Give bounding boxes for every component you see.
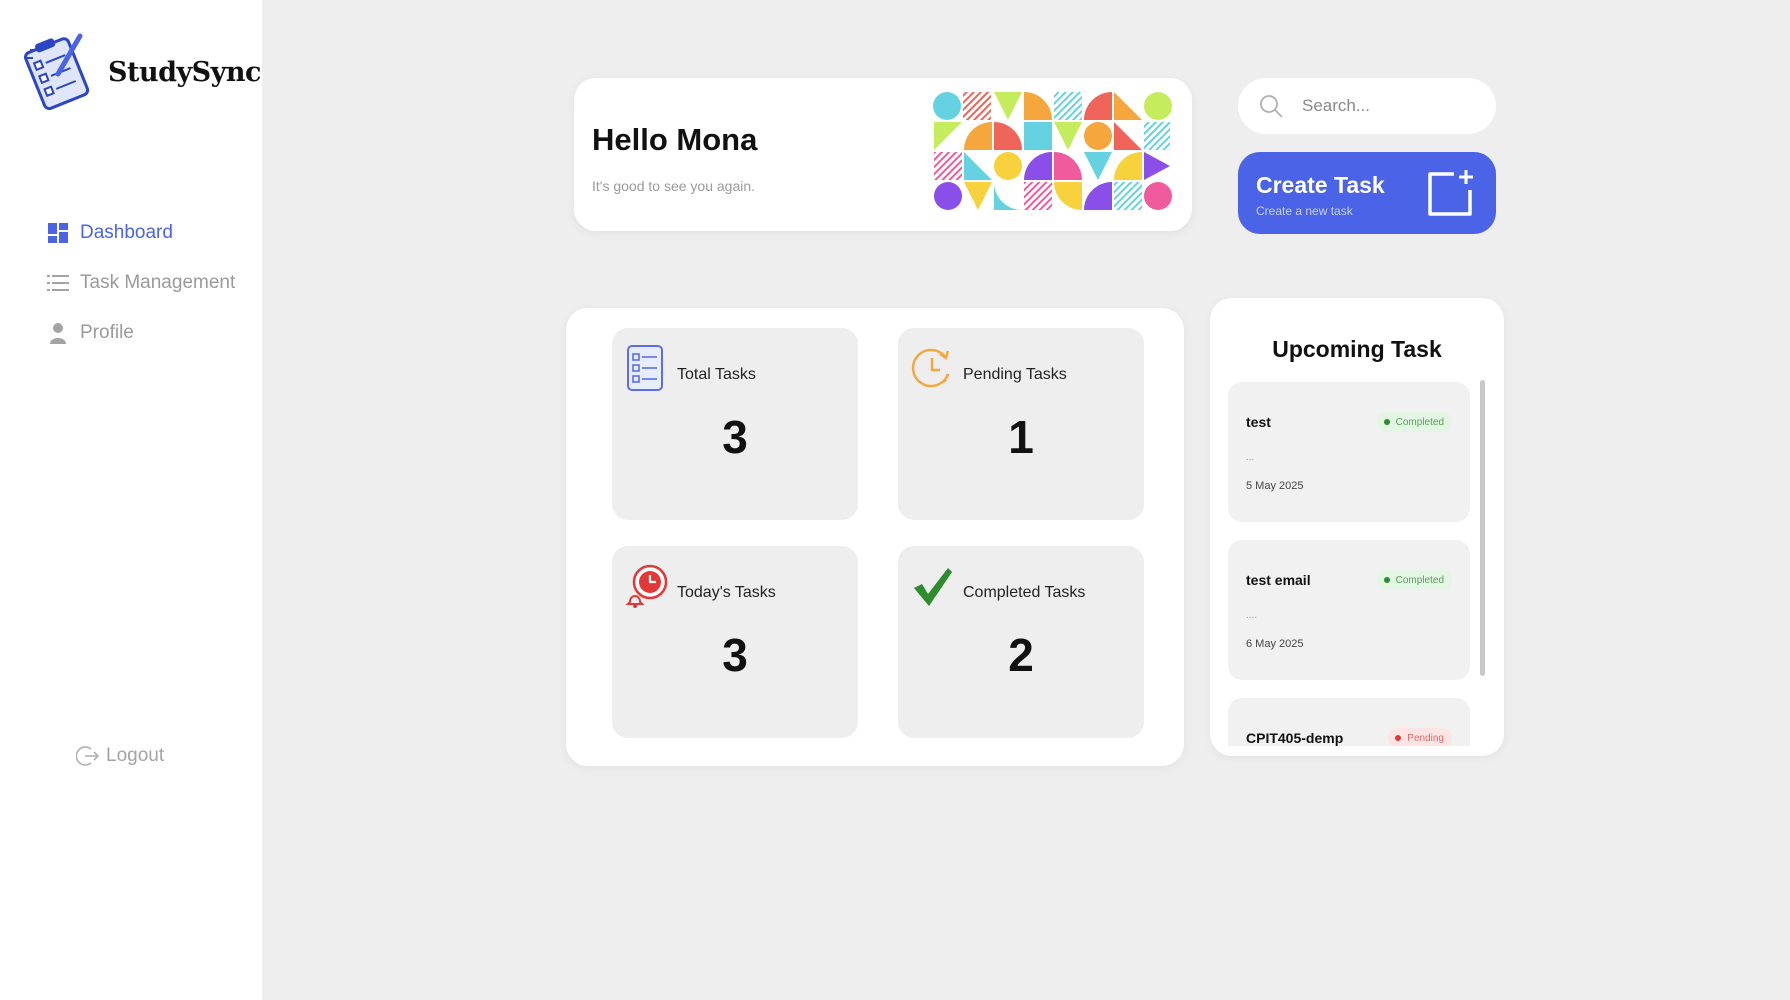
status-badge: Completed [1376, 412, 1452, 432]
dashboard-icon [46, 221, 70, 245]
task-card[interactable]: test email Completed .... 6 May 2025 [1228, 540, 1470, 680]
task-stats-panel: Total Tasks 3 Pending Tasks 1 Today's Ta… [566, 308, 1184, 766]
app-logo[interactable]: StudySync [18, 28, 261, 116]
sidebar-item-task-management[interactable]: Task Management [46, 258, 235, 308]
stat-label: Completed Tasks [963, 584, 1086, 601]
task-card[interactable]: test Completed ... 5 May 2025 [1228, 382, 1470, 522]
task-name: test [1246, 414, 1271, 430]
sidebar-item-label: Task Management [80, 272, 236, 293]
create-task-button[interactable]: Create Task Create a new task [1238, 152, 1496, 234]
list-icon [46, 271, 70, 295]
checkmark-icon [914, 568, 952, 606]
status-badge: Completed [1376, 570, 1452, 590]
clock-icon [911, 348, 950, 388]
task-name: CPIT405-demp [1246, 730, 1344, 746]
task-list-scrollbar[interactable] [1480, 380, 1485, 676]
upcoming-task-list[interactable]: test Completed ... 5 May 2025 test email… [1228, 382, 1470, 746]
add-document-icon [1428, 170, 1473, 216]
status-dot [1395, 735, 1402, 741]
geometric-pattern-illustration [933, 92, 1172, 210]
search-input[interactable] [1302, 96, 1472, 116]
task-date: 5 May 2025 [1246, 480, 1304, 492]
create-task-title: Create Task [1256, 172, 1385, 198]
sidebar-item-profile[interactable]: Profile [46, 308, 235, 358]
search-bar[interactable] [1238, 78, 1496, 134]
greeting-title: Hello Mona [592, 122, 758, 157]
user-icon [46, 321, 70, 345]
search-icon [1258, 93, 1284, 119]
checklist-icon [627, 345, 663, 391]
task-card[interactable]: CPIT405-demp Pending [1228, 698, 1470, 746]
alarm-icon [625, 564, 668, 608]
task-description: .... [1246, 610, 1258, 621]
greeting-card: Hello Mona It's good to see you again. [574, 78, 1192, 231]
sidebar-item-label: Dashboard [80, 222, 173, 243]
sidebar-nav: Dashboard Task Management Profile [46, 208, 235, 358]
sidebar-item-label: Profile [80, 322, 134, 343]
stat-card-completed-tasks[interactable]: Completed Tasks 2 [898, 546, 1144, 738]
stat-card-total-tasks[interactable]: Total Tasks 3 [612, 328, 858, 520]
task-description: ... [1246, 452, 1255, 463]
task-name: test email [1246, 572, 1311, 588]
stat-card-pending-tasks[interactable]: Pending Tasks 1 [898, 328, 1144, 520]
upcoming-tasks-panel: Upcoming Task test Completed ... 5 May 2… [1210, 298, 1504, 756]
task-date: 6 May 2025 [1246, 638, 1304, 650]
sidebar-item-dashboard[interactable]: Dashboard [46, 208, 235, 258]
logout-icon [76, 744, 100, 768]
app-name: StudySync [108, 56, 261, 88]
stat-label: Pending Tasks [963, 366, 1067, 383]
stat-card-todays-tasks[interactable]: Today's Tasks 3 [612, 546, 858, 738]
status-badge: Pending [1388, 728, 1452, 746]
stat-value: 3 [722, 629, 748, 681]
logout-button[interactable]: Logout [76, 744, 164, 768]
status-dot [1383, 419, 1390, 425]
stat-value: 2 [1008, 629, 1034, 681]
stat-label: Total Tasks [677, 366, 756, 383]
status-dot [1383, 577, 1390, 583]
stat-value: 1 [1008, 411, 1034, 463]
upcoming-title: Upcoming Task [1272, 336, 1442, 362]
logo-icon [23, 33, 90, 111]
sidebar: StudySync Dashboard Task Management Prof… [0, 0, 262, 1000]
status-label: Completed [1395, 416, 1444, 428]
stat-value: 3 [722, 411, 748, 463]
create-task-subtitle: Create a new task [1256, 204, 1353, 218]
status-label: Pending [1407, 732, 1444, 744]
greeting-subtitle: It's good to see you again. [592, 178, 756, 194]
logout-label: Logout [106, 745, 165, 766]
status-label: Completed [1395, 574, 1444, 586]
stat-label: Today's Tasks [677, 584, 776, 601]
